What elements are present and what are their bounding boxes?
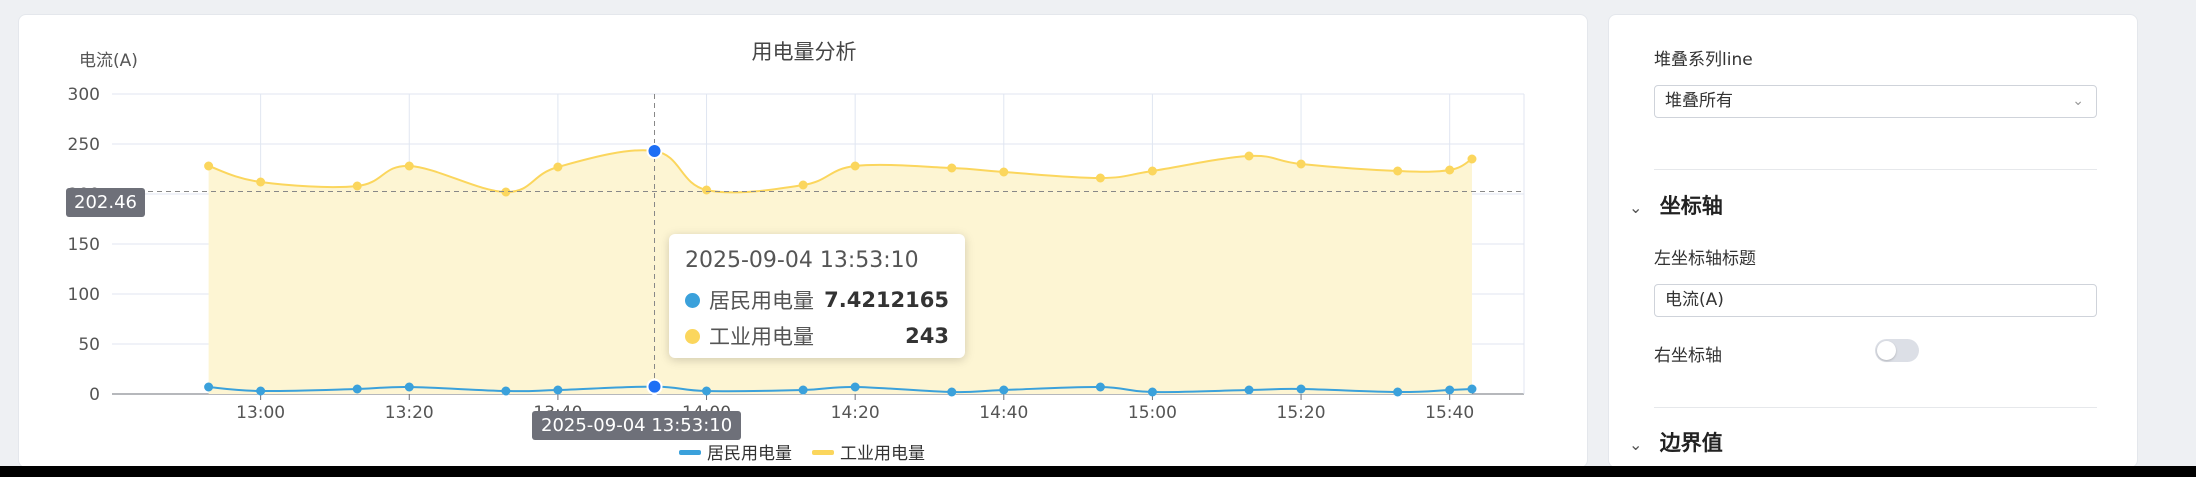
data-point <box>850 382 860 392</box>
boundary-section-header[interactable]: ⌄ 边界值 <box>1629 427 1723 457</box>
data-point <box>702 185 712 195</box>
stack-select-value: 堆叠所有 <box>1665 91 1733 111</box>
series-dot-icon <box>685 328 700 344</box>
data-point <box>352 384 362 394</box>
tooltip-series-value: 7.4212165 <box>824 288 949 312</box>
data-point <box>1445 165 1455 175</box>
y-axis-pointer-label: 202.46 <box>66 188 145 217</box>
data-point <box>1393 387 1403 397</box>
chevron-down-icon: ⌄ <box>2072 93 2084 109</box>
x-axis-pointer-label: 2025-09-04 13:53:10 <box>532 411 742 440</box>
legend-label: 居民用电量 <box>707 444 792 464</box>
axis-section-header[interactable]: ⌄ 坐标轴 <box>1629 190 1723 220</box>
x-tick-label: 14:40 <box>979 403 1028 423</box>
x-tick-label: 15:40 <box>1425 403 1474 423</box>
boundary-section-title: 边界值 <box>1659 431 1723 455</box>
data-point <box>256 177 266 187</box>
axis-section-title: 坐标轴 <box>1659 194 1723 218</box>
data-point <box>1095 382 1105 392</box>
data-point <box>850 161 860 171</box>
tooltip-series-name: 工业用电量 <box>709 325 814 349</box>
tooltip-time: 2025-09-04 13:53:10 <box>685 248 919 273</box>
y-tick-label: 300 <box>68 85 100 105</box>
tooltip-series-name: 居民用电量 <box>709 289 814 313</box>
x-tick-label: 15:00 <box>1128 403 1177 423</box>
data-point <box>798 180 808 190</box>
y-tick-label: 100 <box>68 285 100 305</box>
data-point <box>553 385 563 395</box>
y-tick-label: 150 <box>68 235 100 255</box>
data-point <box>404 382 414 392</box>
bottom-bar <box>0 466 2196 477</box>
chevron-down-icon: ⌄ <box>1629 198 1643 217</box>
left-axis-title-input[interactable]: 电流(A) <box>1654 284 2097 317</box>
y-tick-label: 250 <box>68 135 100 155</box>
y-tick-label: 0 <box>89 385 100 405</box>
y-tick-label: 50 <box>78 335 100 355</box>
data-point <box>404 161 414 171</box>
data-point <box>1147 387 1157 397</box>
x-tick-label: 13:20 <box>385 403 434 423</box>
chevron-down-icon: ⌄ <box>1629 435 1643 454</box>
data-point <box>1467 384 1477 394</box>
data-point <box>1296 384 1306 394</box>
toggle-knob <box>1877 341 1896 360</box>
data-point <box>1393 166 1403 176</box>
x-tick-label: 14:20 <box>831 403 880 423</box>
right-axis-toggle[interactable] <box>1875 339 1919 362</box>
highlighted-point <box>646 143 663 159</box>
x-tick-label: 15:20 <box>1277 403 1326 423</box>
data-point <box>204 161 214 171</box>
stack-series-label: 堆叠系列line <box>1654 50 1753 70</box>
divider <box>1654 407 2097 408</box>
data-point <box>1467 154 1477 164</box>
settings-panel: 堆叠系列line 堆叠所有 ⌄ ⌄ 坐标轴 左坐标轴标题 电流(A) 右坐标轴 … <box>1608 14 2138 468</box>
data-point <box>798 385 808 395</box>
tooltip-series-value: 243 <box>905 324 949 348</box>
data-point <box>1244 385 1254 395</box>
left-axis-title-label: 左坐标轴标题 <box>1654 249 1756 269</box>
data-point <box>999 167 1009 177</box>
tooltip-row: 居民用电量 7.4212165 <box>685 282 949 318</box>
chart-tooltip: 2025-09-04 13:53:10 居民用电量 7.4212165 工业用电… <box>669 234 965 358</box>
data-point <box>204 382 214 392</box>
data-point <box>1445 385 1455 395</box>
data-point <box>999 385 1009 395</box>
x-tick-label: 13:00 <box>236 403 285 423</box>
divider <box>1654 169 2097 170</box>
data-point <box>553 162 563 172</box>
data-point <box>1095 173 1105 183</box>
data-point <box>1244 151 1254 161</box>
stack-select[interactable]: 堆叠所有 ⌄ <box>1654 85 2097 118</box>
data-point <box>947 163 957 173</box>
data-point <box>1296 159 1306 169</box>
data-point <box>501 386 511 396</box>
right-axis-label: 右坐标轴 <box>1654 346 1722 366</box>
tooltip-row: 工业用电量 243 <box>685 318 949 354</box>
chart-title: 用电量分析 <box>752 40 857 64</box>
data-point <box>947 387 957 397</box>
y-axis-title: 电流(A) <box>79 51 138 71</box>
legend-label: 工业用电量 <box>840 444 925 464</box>
chart-card: 用电量分析电流(A)05010015020025030013:0013:2013… <box>18 14 1588 468</box>
legend-swatch <box>679 450 701 455</box>
data-point <box>352 181 362 191</box>
series-dot-icon <box>685 292 700 308</box>
highlighted-point <box>646 378 663 395</box>
data-point <box>256 386 266 396</box>
data-point <box>702 386 712 396</box>
legend-swatch <box>812 450 834 455</box>
data-point <box>1147 166 1157 176</box>
